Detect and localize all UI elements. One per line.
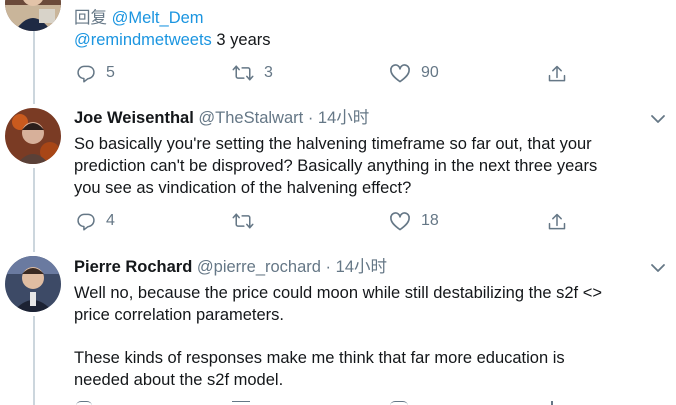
tweet-timestamp[interactable]: 14小时 xyxy=(336,258,387,276)
like-button[interactable]: 90 xyxy=(389,61,439,85)
like-count: 18 xyxy=(421,212,439,229)
action-bar-cutoff xyxy=(74,401,594,405)
tweet-text-line: needed about the s2f model. xyxy=(74,371,284,389)
share-icon xyxy=(548,65,566,82)
separator-dot: · xyxy=(307,109,314,127)
heart-icon xyxy=(390,401,408,405)
retweet-count: 3 xyxy=(264,64,273,81)
user-handle[interactable]: @pierre_rochard xyxy=(197,258,321,276)
chevron-down-icon[interactable] xyxy=(649,110,667,128)
avatar[interactable] xyxy=(5,0,61,31)
like-count: 90 xyxy=(421,64,439,81)
chevron-down-icon[interactable] xyxy=(649,259,667,277)
retweet-icon xyxy=(232,213,254,229)
retweet-icon xyxy=(232,401,250,405)
share-icon xyxy=(551,401,553,405)
reply-icon xyxy=(77,213,95,231)
tweet-text-line: Well no, because the price could moon wh… xyxy=(74,284,602,302)
user-handle[interactable]: @TheStalwart xyxy=(198,109,303,127)
display-name[interactable]: Joe Weisenthal xyxy=(74,109,194,127)
avatar[interactable] xyxy=(5,256,61,312)
heart-icon xyxy=(390,212,410,231)
tweet-thread: 回复 @Melt_Dem @remindmetweets 3 years 5 3… xyxy=(0,0,676,405)
reply-count: 5 xyxy=(106,64,115,81)
thread-connector xyxy=(33,316,35,405)
tweet-text-line: price correlation parameters. xyxy=(74,306,285,324)
display-name[interactable]: Pierre Rochard xyxy=(74,258,192,276)
retweet-icon xyxy=(232,65,254,81)
avatar[interactable] xyxy=(5,108,61,164)
tweet-header: Joe Weisenthal @TheStalwart · 14小时 xyxy=(74,107,369,129)
reply-icon xyxy=(76,401,92,405)
retweet-button[interactable] xyxy=(232,209,264,233)
tweet-text-line: you see as vindication of the halvening … xyxy=(74,179,412,197)
reply-to-line: 回复 @Melt_Dem xyxy=(74,7,204,29)
tweet-text: 3 years xyxy=(211,31,271,49)
reply-prefix: 回复 xyxy=(74,9,107,27)
share-button[interactable] xyxy=(547,210,567,234)
like-button[interactable]: 18 xyxy=(389,209,439,233)
retweet-button[interactable]: 3 xyxy=(232,61,273,85)
reply-button[interactable]: 5 xyxy=(76,61,115,85)
tweet-body: @remindmetweets 3 years xyxy=(74,29,271,51)
tweet-header: Pierre Rochard @pierre_rochard · 14小时 xyxy=(74,256,387,278)
tweet-text-line: These kinds of responses make me think t… xyxy=(74,349,565,367)
tweet-timestamp[interactable]: 14小时 xyxy=(318,109,369,127)
share-icon xyxy=(548,213,566,230)
reply-icon xyxy=(77,65,95,83)
mention-link[interactable]: @remindmetweets xyxy=(74,31,212,49)
heart-icon xyxy=(390,64,410,83)
separator-dot: · xyxy=(325,258,332,276)
share-button[interactable] xyxy=(547,62,567,86)
thread-connector xyxy=(33,168,35,252)
reply-count: 4 xyxy=(106,212,115,229)
tweet-text-line: prediction can't be disproved? Basically… xyxy=(74,157,598,175)
tweet-text-line: So basically you're setting the halvenin… xyxy=(74,135,592,153)
reply-button[interactable]: 4 xyxy=(76,209,115,233)
reply-to-mention[interactable]: @Melt_Dem xyxy=(112,9,204,27)
